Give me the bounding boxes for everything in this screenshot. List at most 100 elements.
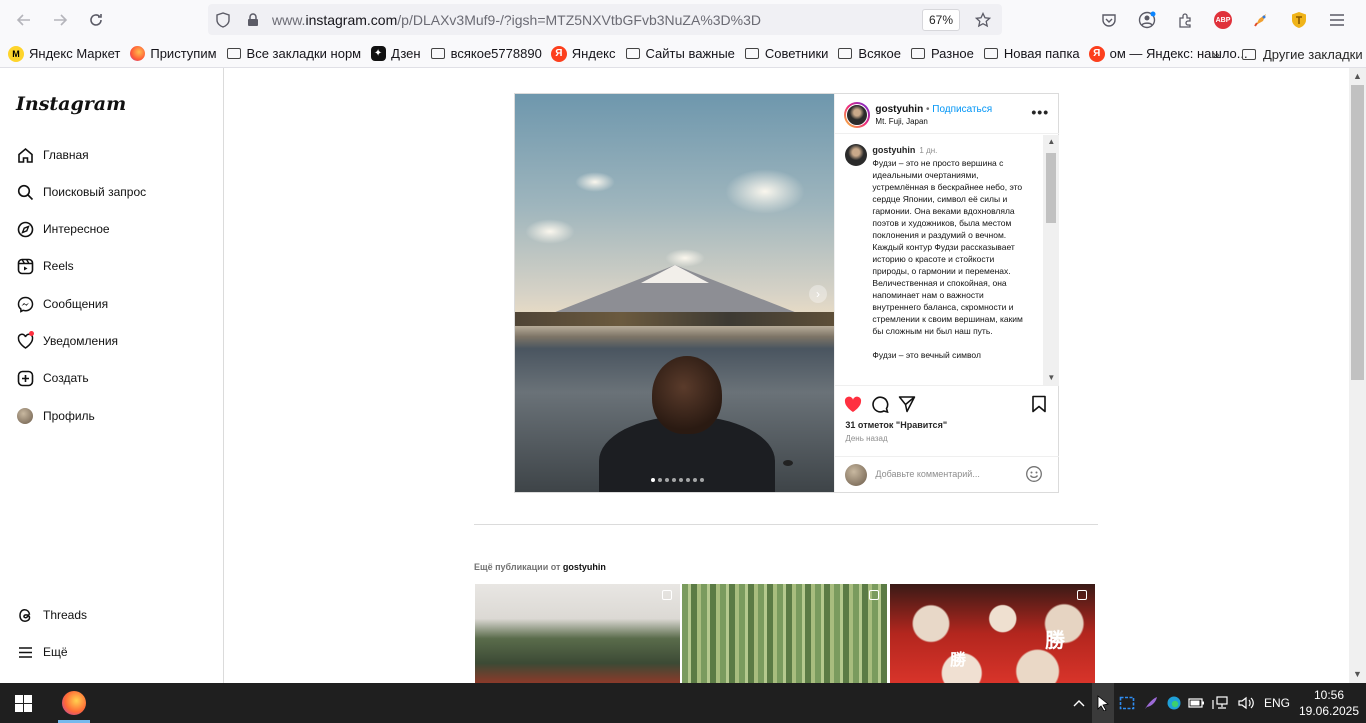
nav-profile[interactable]: Профиль <box>16 407 95 425</box>
windows-start-icon[interactable] <box>15 695 32 712</box>
pocket-icon[interactable] <box>1090 6 1128 34</box>
caption-scrollbar[interactable]: ▲ ▼ <box>1043 135 1060 385</box>
save-button[interactable] <box>1029 394 1049 414</box>
back-button[interactable] <box>6 2 42 38</box>
photo-duck <box>783 460 793 466</box>
share-button[interactable] <box>897 394 917 414</box>
author-avatar[interactable] <box>844 102 871 128</box>
extensions-icon[interactable] <box>1166 6 1204 34</box>
system-clock[interactable]: 10:56 19.06.2025 <box>1296 687 1362 719</box>
caption-username[interactable]: gostyuhin <box>872 145 915 155</box>
language-indicator[interactable]: ENG <box>1260 683 1294 723</box>
bookmark-folder-new[interactable]: Новая папка <box>983 46 1080 62</box>
post-photo[interactable]: › <box>515 94 835 492</box>
scroll-down-icon[interactable]: ▼ <box>1047 373 1055 382</box>
firefox-taskbar-icon[interactable] <box>62 691 86 715</box>
lock-icon[interactable] <box>238 12 268 27</box>
network-icon[interactable] <box>1210 683 1232 723</box>
follow-separator: • <box>923 104 933 115</box>
scroll-down-icon[interactable]: ▼ <box>1353 669 1362 679</box>
carousel-dots <box>651 478 704 482</box>
post-options-button[interactable]: ••• <box>1031 104 1049 120</box>
bookmark-folder-various[interactable]: Разное <box>910 46 974 62</box>
compass-icon <box>16 220 34 238</box>
like-button[interactable] <box>843 394 863 414</box>
comment-button[interactable] <box>870 394 890 414</box>
account-icon[interactable] <box>1128 6 1166 34</box>
rocket-extension-icon[interactable] <box>1242 6 1280 34</box>
battery-icon[interactable] <box>1186 683 1208 723</box>
url-text[interactable]: www.instagram.com/p/DLAXv3Muf9-/?igsh=MT… <box>272 12 922 28</box>
page-scrollbar[interactable]: ▲ ▼ <box>1349 68 1366 683</box>
nav-more[interactable]: Ещё <box>16 643 68 661</box>
more-post-thumbnail[interactable] <box>475 584 680 683</box>
bookmark-yandex-search[interactable]: Яом — Яндекс: нашло... <box>1088 45 1248 62</box>
more-post-thumbnail[interactable]: 勝 勝 <box>890 584 1095 683</box>
feather-app-icon[interactable] <box>1140 683 1162 723</box>
carousel-dot <box>686 478 690 482</box>
reload-button[interactable] <box>78 2 114 38</box>
nav-create[interactable]: Создать <box>16 369 89 387</box>
forward-button[interactable] <box>42 2 78 38</box>
bookmark-other[interactable]: Другие закладки <box>1242 40 1363 68</box>
comment-input[interactable]: Добавьте комментарий... <box>875 469 979 479</box>
instagram-logo[interactable]: Instagram <box>16 93 126 115</box>
emoji-button[interactable] <box>1025 465 1043 483</box>
nav-messages[interactable]: Сообщения <box>16 295 108 313</box>
carousel-dot <box>672 478 676 482</box>
follow-button[interactable]: Подписаться <box>932 104 992 115</box>
address-bar[interactable]: www.instagram.com/p/DLAXv3Muf9-/?igsh=MT… <box>208 4 1002 35</box>
folder-icon <box>838 48 853 59</box>
toolbar-right: ABP <box>1090 6 1356 34</box>
likes-count[interactable]: 31 отметок "Нравится" <box>845 420 947 430</box>
menu-hamburger-icon[interactable] <box>1318 6 1356 34</box>
plus-square-icon <box>16 369 34 387</box>
author-username[interactable]: gostyuhin <box>875 104 923 115</box>
volume-icon[interactable] <box>1234 683 1258 723</box>
photo-snowcap <box>641 265 709 283</box>
caption-avatar[interactable] <box>845 144 868 166</box>
instagram-sidebar: Instagram Главная Поисковый запрос Интер… <box>0 68 224 683</box>
bookmark-folder-misc[interactable]: Всякое <box>837 46 901 62</box>
bookmarks-overflow-button[interactable]: » <box>1212 40 1220 68</box>
edge-app-icon[interactable] <box>1163 683 1185 723</box>
messenger-icon <box>16 295 34 313</box>
yandex-market-icon: М <box>8 45 24 62</box>
bookmark-dzen[interactable]: ✦ Дзен <box>370 46 421 62</box>
screenshot-tool-icon[interactable] <box>1116 683 1138 723</box>
more-post-thumbnail[interactable] <box>682 584 887 683</box>
more-posts-user[interactable]: gostyuhin <box>563 562 606 572</box>
post-location[interactable]: Mt. Fuji, Japan <box>875 117 927 126</box>
post-date: День назад <box>845 434 888 443</box>
daruma-kanji: 勝 <box>950 652 967 669</box>
nav-search[interactable]: Поисковый запрос <box>16 183 146 201</box>
page-scroll-thumb[interactable] <box>1351 85 1364 380</box>
bookmark-yandex-market[interactable]: М Яндекс Маркет <box>8 45 120 62</box>
bookmark-yandex[interactable]: Я Яндекс <box>550 45 616 62</box>
nav-notifications[interactable]: Уведомления <box>16 331 118 350</box>
caption-scroll-area[interactable]: gostyuhin 1 дн. Фудзи – это не просто ве… <box>835 135 1060 386</box>
bookmark-folder-advisors[interactable]: Советники <box>744 46 828 62</box>
zoom-level[interactable]: 67% <box>921 8 960 31</box>
bookmark-folder-vsyakoe[interactable]: всякое5778890 <box>430 46 542 62</box>
tray-expand-icon[interactable] <box>1068 683 1090 723</box>
carousel-next-button[interactable]: › <box>809 285 827 303</box>
caption-paragraph: Фудзи – это вечный символ <box>872 350 981 360</box>
home-icon <box>16 146 34 164</box>
bookmark-folder-all[interactable]: Все закладки норм <box>226 46 361 62</box>
nav-explore[interactable]: Интересное <box>16 220 110 238</box>
carousel-dot <box>665 478 669 482</box>
nav-threads[interactable]: Threads <box>16 606 87 624</box>
nav-reels[interactable]: Reels <box>16 257 74 275</box>
caption-scroll-thumb[interactable] <box>1046 153 1057 223</box>
adblock-icon[interactable]: ABP <box>1204 6 1242 34</box>
shield-icon[interactable] <box>208 11 238 28</box>
shield-extension-icon[interactable] <box>1280 6 1318 34</box>
scroll-up-icon[interactable]: ▲ <box>1353 71 1362 81</box>
tray-app-icon[interactable] <box>1092 683 1114 723</box>
star-icon[interactable] <box>968 11 998 28</box>
bookmark-pristupim[interactable]: Приступим <box>129 46 217 62</box>
bookmark-folder-important[interactable]: Сайты важные <box>625 46 735 62</box>
scroll-up-icon[interactable]: ▲ <box>1047 137 1055 146</box>
nav-home[interactable]: Главная <box>16 146 89 164</box>
